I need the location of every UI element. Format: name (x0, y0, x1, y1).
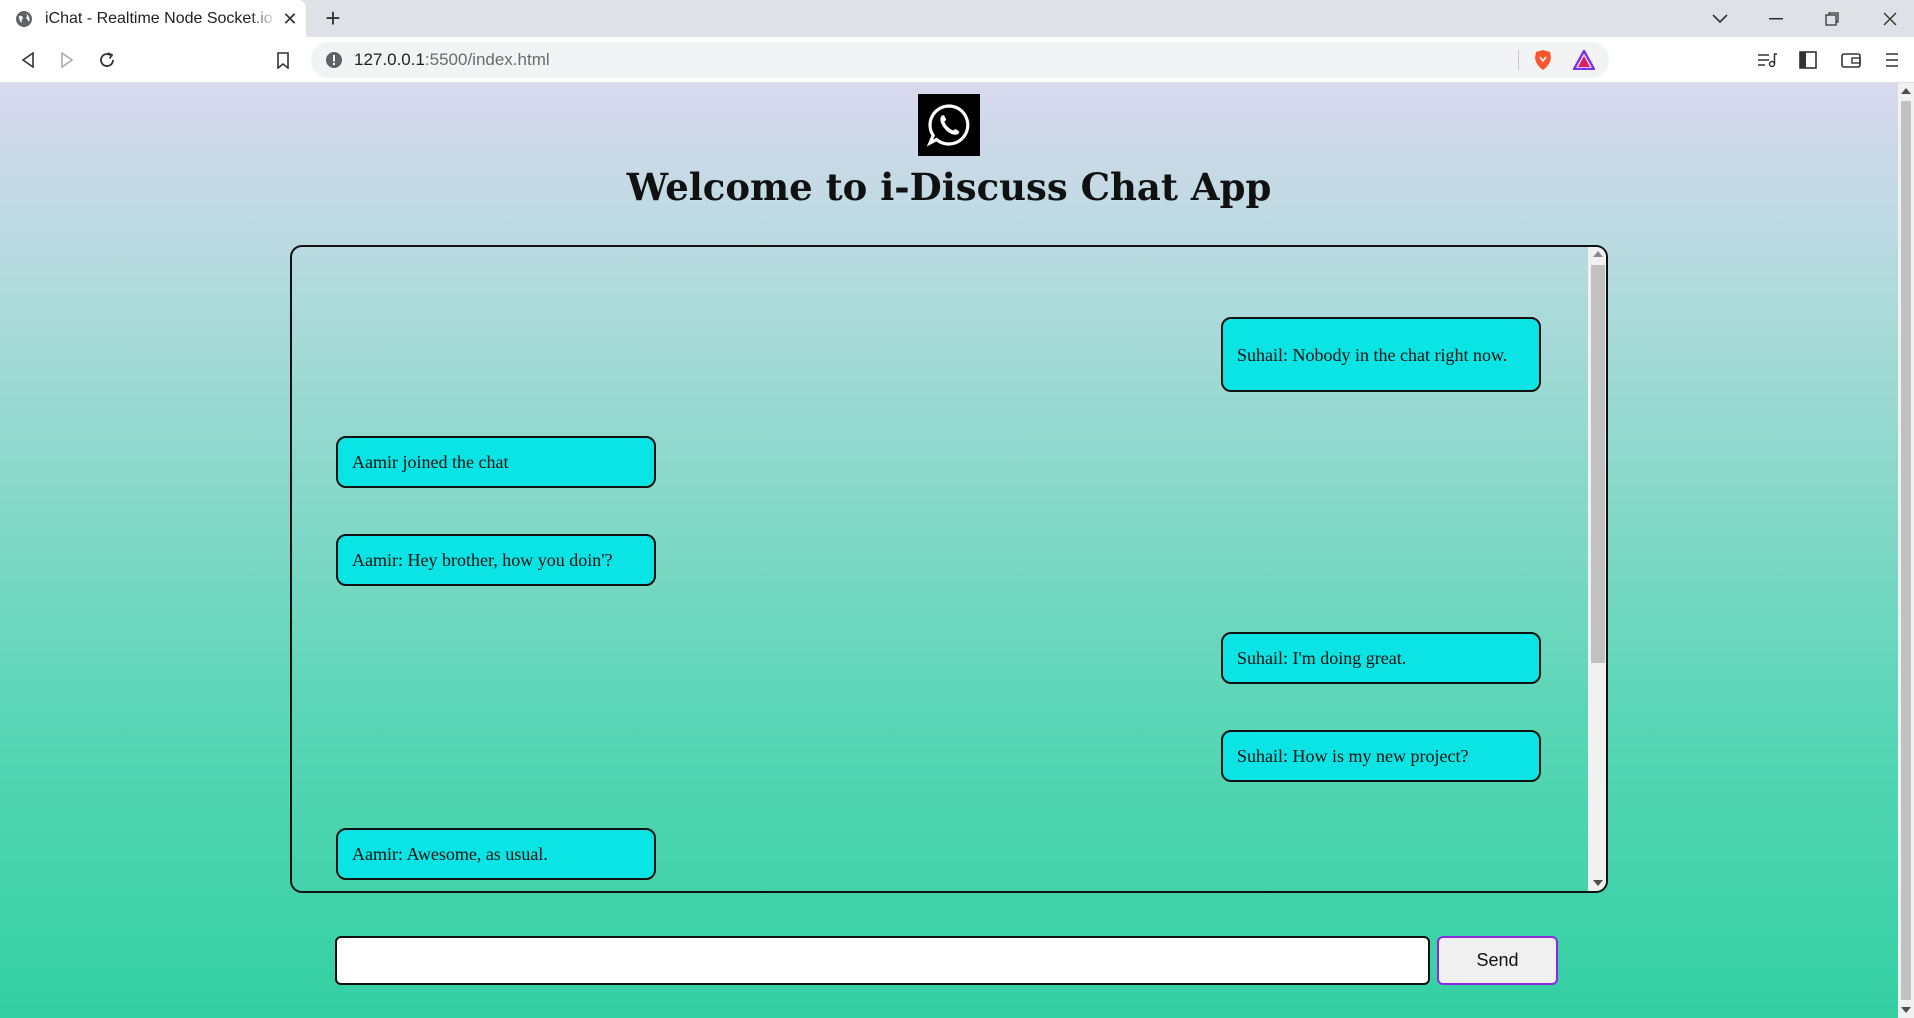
page-scroll-up-icon[interactable] (1901, 88, 1911, 94)
menu-icon[interactable] (1879, 47, 1905, 73)
page-content: Welcome to i-Discuss Chat App Suhail: No… (0, 83, 1914, 1018)
close-window-icon[interactable] (1866, 0, 1914, 37)
tab-close-icon[interactable]: ✕ (280, 9, 300, 29)
wallet-icon[interactable] (1838, 47, 1864, 73)
whatsapp-icon (918, 94, 980, 156)
chat-scrollbar-thumb[interactable] (1591, 265, 1605, 663)
chat-container: Suhail: Nobody in the chat right now. Aa… (290, 245, 1608, 893)
tab-search-icon[interactable] (1696, 0, 1744, 37)
chat-scrollbar[interactable] (1588, 247, 1606, 891)
send-button[interactable]: Send (1437, 936, 1558, 985)
brave-rewards-icon[interactable] (1571, 48, 1597, 75)
omnibox-divider (1518, 50, 1519, 70)
message-left: Aamir joined the chat (336, 436, 656, 488)
minimize-icon[interactable] (1752, 0, 1800, 37)
globe-icon (16, 10, 32, 27)
back-icon[interactable] (15, 47, 41, 73)
restore-icon[interactable] (1808, 0, 1856, 37)
bookmark-icon[interactable] (270, 47, 296, 73)
tab-title: iChat - Realtime Node Socket.io Chat (45, 9, 277, 27)
browser-tab-bar: iChat - Realtime Node Socket.io Chat ✕ + (0, 0, 1914, 37)
browser-tab[interactable]: iChat - Realtime Node Socket.io Chat ✕ (0, 0, 306, 37)
page-scrollbar[interactable] (1898, 83, 1914, 1018)
address-bar[interactable]: 127.0.0.1:5500/index.html (311, 42, 1609, 78)
page-scroll-down-icon[interactable] (1901, 1007, 1911, 1013)
message-right: Suhail: Nobody in the chat right now. (1221, 317, 1541, 392)
browser-toolbar: 127.0.0.1:5500/index.html (0, 37, 1914, 83)
message-left: Aamir: Hey brother, how you doin'? (336, 534, 656, 586)
reload-icon[interactable] (94, 47, 120, 73)
message-right: Suhail: How is my new project? (1221, 730, 1541, 782)
scroll-up-arrow-icon[interactable] (1593, 251, 1603, 257)
url-path: :5500/index.html (424, 50, 550, 69)
new-tab-icon[interactable]: + (318, 4, 348, 34)
url-host: 127.0.0.1 (354, 50, 425, 69)
forward-icon[interactable] (54, 47, 80, 73)
message-right: Suhail: I'm doing great. (1221, 632, 1541, 684)
brave-shield-icon[interactable] (1533, 49, 1553, 76)
site-info-icon[interactable] (325, 51, 343, 69)
page-title: Welcome to i-Discuss Chat App (626, 165, 1272, 209)
media-playlist-icon[interactable] (1754, 47, 1780, 73)
scroll-down-arrow-icon[interactable] (1593, 880, 1603, 886)
message-input[interactable] (335, 936, 1430, 985)
sidebar-icon[interactable] (1795, 47, 1821, 73)
message-left: Aamir: Awesome, as usual. (336, 828, 656, 880)
page-scrollbar-thumb[interactable] (1901, 101, 1911, 1000)
url-text: 127.0.0.1:5500/index.html (354, 50, 550, 70)
